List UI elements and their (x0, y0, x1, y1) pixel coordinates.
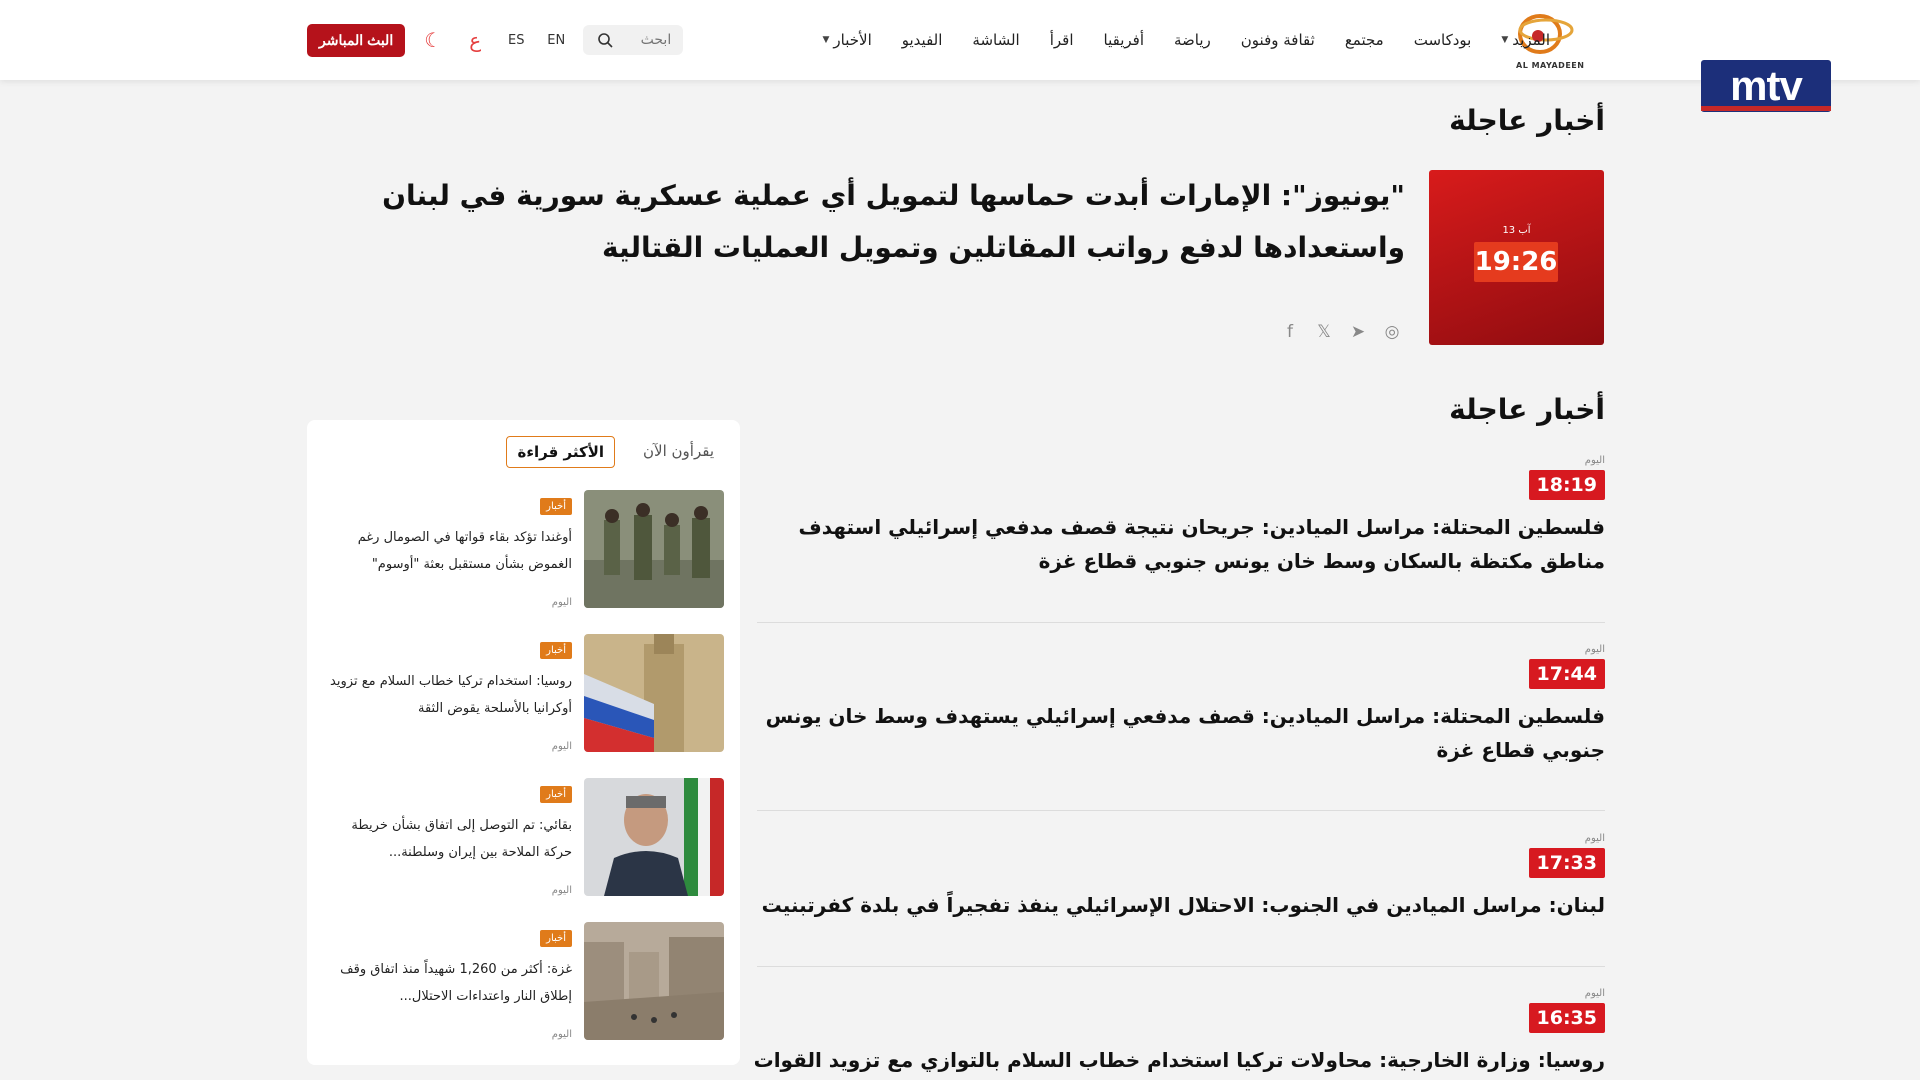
hero-section-title: أخبار عاجلة (1449, 104, 1605, 137)
nav-item-screen[interactable]: الشاشة (972, 31, 1019, 49)
card-day: اليوم (551, 741, 572, 752)
nav-item-news[interactable]: الأخبار ▼ (822, 31, 871, 49)
breaking-item[interactable]: اليوم 17:33 لبنان: مراسل الميادين في الج… (755, 833, 1605, 922)
russia-building-photo (584, 634, 724, 752)
news-title[interactable]: فلسطين المحتلة: مراسل الميادين: قصف مدفع… (755, 699, 1605, 767)
search-input[interactable] (619, 31, 674, 49)
soldiers-photo (584, 490, 724, 608)
card-tag: أخبار (540, 930, 572, 947)
dark-mode-moon-icon[interactable]: ☾ (419, 28, 447, 52)
lang-es-button[interactable]: ES (503, 33, 529, 48)
nav-item-culture[interactable]: ثقافة وفنون (1241, 31, 1315, 49)
card-tag: أخبار (540, 786, 572, 803)
card-title[interactable]: غزة: أكثر من 1,260 شهيداً منذ اتفاق وقف … (327, 956, 572, 1010)
sidebar-card[interactable]: أخبار أوغندا تؤكد بقاء قواتها في الصومال… (323, 490, 724, 608)
x-twitter-icon[interactable]: 𝕏 (1314, 322, 1334, 342)
card-day: اليوم (551, 597, 572, 608)
nav-item-video[interactable]: الفيديو (902, 31, 943, 49)
main-nav: الأخبار ▼ الفيديو الشاشة اقرأ أفريقيا ريا… (822, 0, 1550, 80)
most-read-sidebar: الأكثر قراءة يقرأون الآن أخبار أوغندا تؤ… (307, 420, 740, 1065)
gaza-ruins-photo (584, 922, 724, 1040)
chevron-down-icon: ▼ (822, 35, 830, 45)
card-thumbnail[interactable] (584, 634, 724, 752)
lang-en-button[interactable]: EN (543, 33, 569, 48)
hero-image[interactable]: 13 آب 19:26 (1429, 170, 1604, 345)
search-box[interactable] (583, 25, 684, 55)
hero-headline[interactable]: "يونيوز": الإمارات أبدت حماسها لتمويل أي… (305, 170, 1405, 274)
sidebar-card[interactable]: أخبار روسيا: استخدام تركيا خطاب السلام م… (323, 634, 724, 752)
card-thumbnail[interactable] (584, 922, 724, 1040)
breaking-item[interactable]: اليوم 16:35 روسيا: وزارة الخارجية: محاول… (755, 988, 1605, 1077)
news-day: اليوم (1584, 833, 1605, 844)
news-day: اليوم (1584, 455, 1605, 466)
header-tools: البث المباشر ☾ ع ES EN (307, 20, 684, 60)
top-navbar: AL MAYADEEN الأخبار ▼ الفيديو الشاشة اقرأ… (0, 0, 1920, 80)
nav-item-read[interactable]: اقرأ (1050, 31, 1074, 49)
spokesman-photo (584, 778, 724, 896)
card-title[interactable]: روسيا: استخدام تركيا خطاب السلام مع تزوي… (327, 668, 572, 722)
hero-image-time: 19:26 (1474, 242, 1558, 282)
breaking-section-title: أخبار عاجلة (1449, 393, 1605, 426)
search-icon[interactable] (597, 32, 613, 48)
news-title[interactable]: لبنان: مراسل الميادين في الجنوب: الاحتلا… (755, 888, 1605, 922)
telegram-icon[interactable]: ➤ (1348, 322, 1368, 342)
card-day: اليوم (551, 885, 572, 896)
share-bar: f 𝕏 ➤ ◎ (1280, 322, 1402, 342)
card-tag: أخبار (540, 642, 572, 659)
news-title[interactable]: فلسطين المحتلة: مراسل الميادين: جريحان ن… (755, 510, 1605, 578)
nav-item-society[interactable]: مجتمع (1345, 31, 1384, 49)
nav-item-africa[interactable]: أفريقيا (1104, 31, 1144, 49)
hero-image-date: 13 آب (1502, 225, 1531, 236)
breaking-item[interactable]: اليوم 18:19 فلسطين المحتلة: مراسل المياد… (755, 455, 1605, 578)
news-time-badge: 16:35 (1528, 1003, 1605, 1033)
nav-item-more[interactable]: المزيد ▼ (1501, 31, 1550, 49)
divider (757, 810, 1605, 811)
card-tag: أخبار (540, 498, 572, 515)
tab-reading-now[interactable]: يقرأون الآن (633, 436, 724, 468)
card-title[interactable]: بقائي: تم التوصل إلى اتفاق بشأن خريطة حر… (327, 812, 572, 866)
mtv-logo-bar (1701, 106, 1831, 111)
card-title[interactable]: أوغندا تؤكد بقاء قواتها في الصومال رغم ا… (327, 524, 572, 578)
live-stream-button[interactable]: البث المباشر (307, 23, 406, 57)
whatsapp-icon[interactable]: ◎ (1382, 322, 1402, 342)
news-time-badge: 18:19 (1528, 470, 1605, 500)
mtv-channel-logo: mtv (1701, 60, 1831, 112)
news-time-badge: 17:44 (1528, 659, 1605, 689)
nav-item-sports[interactable]: رياضة (1174, 31, 1211, 49)
arabic-language-button[interactable]: ع (461, 28, 489, 52)
news-day: اليوم (1584, 988, 1605, 999)
divider (757, 622, 1605, 623)
tab-most-read[interactable]: الأكثر قراءة (506, 436, 616, 468)
news-time-badge: 17:33 (1528, 848, 1605, 878)
news-day: اليوم (1584, 644, 1605, 655)
chevron-down-icon: ▼ (1501, 35, 1509, 45)
sidebar-tabs: الأكثر قراءة يقرأون الآن (506, 436, 724, 468)
nav-item-podcast[interactable]: بودكاست (1414, 31, 1472, 49)
sidebar-card[interactable]: أخبار غزة: أكثر من 1,260 شهيداً منذ اتفا… (323, 922, 724, 1040)
news-title[interactable]: روسيا: وزارة الخارجية: محاولات تركيا است… (755, 1043, 1605, 1077)
facebook-icon[interactable]: f (1280, 322, 1300, 342)
breaking-item[interactable]: اليوم 17:44 فلسطين المحتلة: مراسل المياد… (755, 644, 1605, 767)
card-thumbnail[interactable] (584, 778, 724, 896)
divider (757, 966, 1605, 967)
sidebar-card[interactable]: أخبار بقائي: تم التوصل إلى اتفاق بشأن خر… (323, 778, 724, 896)
card-thumbnail[interactable] (584, 490, 724, 608)
card-day: اليوم (551, 1029, 572, 1040)
